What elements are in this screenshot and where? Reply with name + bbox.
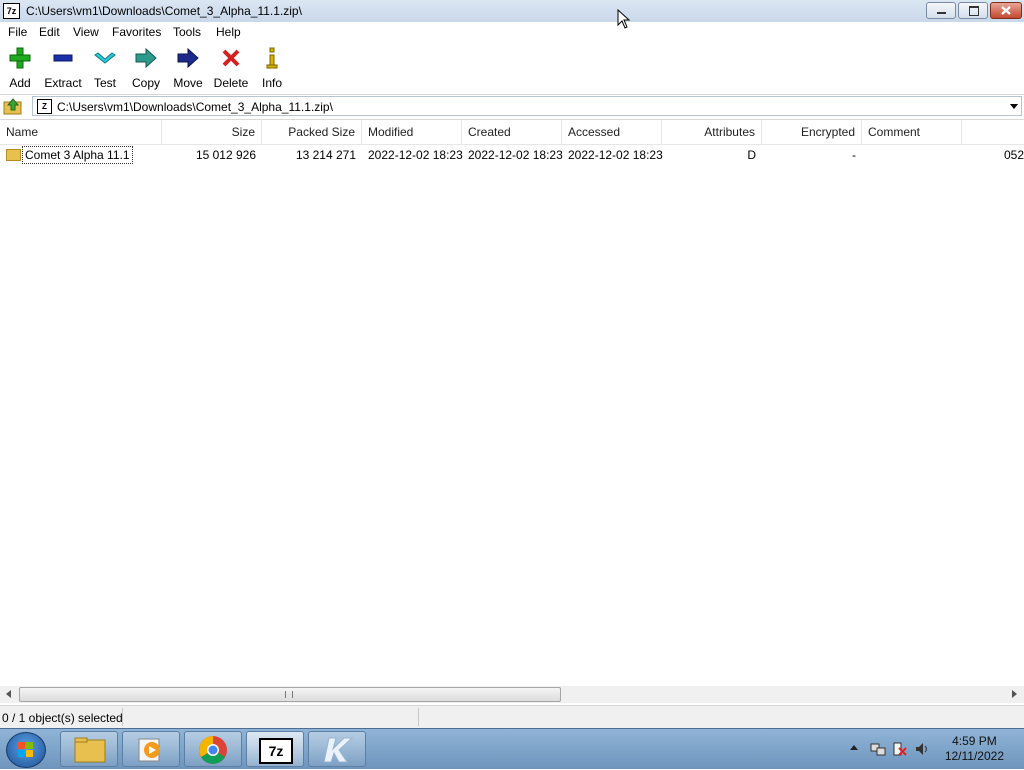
menu-bar: File Edit View Favorites Tools Help — [0, 22, 1024, 42]
menu-edit[interactable]: Edit — [39, 25, 60, 39]
minus-icon — [53, 54, 73, 62]
item-encrypted: - — [852, 148, 856, 162]
item-packed-size: 13 214 271 — [295, 148, 356, 162]
address-path: C:\Users\vm1\Downloads\Comet_3_Alpha_11.… — [57, 100, 333, 114]
col-accessed[interactable]: Accessed — [562, 120, 662, 144]
add-label: Add — [9, 76, 31, 90]
close-button[interactable] — [990, 2, 1022, 19]
add-button[interactable]: Add — [4, 46, 36, 90]
folder-icon — [74, 737, 106, 763]
selection-status: 0 / 1 object(s) selected — [2, 711, 123, 725]
close-icon — [1001, 6, 1011, 15]
scroll-right-arrow[interactable] — [1012, 690, 1017, 698]
mouse-cursor-icon — [617, 9, 631, 29]
taskbar: 7z 4:59 PM 12/11/2022 — [0, 728, 1024, 769]
system-tray: 4:59 PM 12/11/2022 — [834, 729, 1024, 769]
col-comment[interactable]: Comment — [862, 120, 962, 144]
menu-tools[interactable]: Tools — [173, 25, 201, 39]
menu-favorites[interactable]: Favorites — [112, 25, 161, 39]
media-player-icon — [138, 738, 160, 762]
info-label: Info — [261, 76, 282, 90]
col-attributes[interactable]: Attributes — [662, 120, 762, 144]
window-title: C:\Users\vm1\Downloads\Comet_3_Alpha_11.… — [26, 4, 302, 18]
status-divider — [418, 708, 419, 726]
windows-logo-icon — [18, 742, 33, 757]
volume-icon[interactable] — [914, 741, 930, 757]
clock[interactable]: 4:59 PM 12/11/2022 — [945, 734, 1004, 764]
col-packed-size[interactable]: Packed Size — [262, 120, 362, 144]
item-created: 2022-12-02 18:23 — [468, 148, 563, 162]
archive-icon: Z — [37, 99, 52, 114]
extract-label: Extract — [44, 76, 82, 90]
menu-view[interactable]: View — [73, 25, 99, 39]
file-list: Name Size Packed Size Modified Created A… — [0, 119, 1024, 686]
folder-icon — [6, 149, 21, 161]
taskbar-app-k[interactable] — [308, 731, 366, 767]
item-accessed: 2022-12-02 18:23 — [568, 148, 663, 162]
up-folder-button[interactable] — [3, 97, 23, 115]
start-button[interactable] — [6, 732, 46, 768]
folder-up-icon — [3, 98, 22, 115]
col-created[interactable]: Created — [462, 120, 562, 144]
item-overflow-column: 052 — [1004, 148, 1024, 162]
taskbar-explorer[interactable] — [60, 731, 118, 767]
clock-date: 12/11/2022 — [944, 749, 1004, 763]
test-label: Test — [93, 76, 116, 90]
info-icon — [266, 47, 278, 69]
scroll-thumb[interactable] — [19, 687, 561, 702]
horizontal-scrollbar[interactable] — [0, 686, 1024, 703]
info-button[interactable]: Info — [258, 46, 286, 90]
delete-x-icon — [222, 49, 240, 67]
col-size[interactable]: Size — [162, 120, 262, 144]
7zip-icon: 7z — [259, 738, 293, 764]
menu-help[interactable]: Help — [216, 25, 241, 39]
scroll-left-arrow[interactable] — [6, 690, 11, 698]
item-attributes: D — [747, 148, 756, 162]
maximize-button[interactable] — [958, 2, 988, 19]
col-modified[interactable]: Modified — [362, 120, 462, 144]
minimize-icon — [937, 12, 946, 14]
delete-label: Delete — [213, 76, 249, 90]
status-bar: 0 / 1 object(s) selected — [0, 705, 1024, 729]
test-button[interactable]: Test — [90, 46, 120, 90]
column-header: Name Size Packed Size Modified Created A… — [0, 120, 1024, 145]
move-button[interactable]: Move — [171, 46, 205, 90]
check-icon — [94, 52, 116, 64]
col-encrypted[interactable]: Encrypted — [762, 120, 862, 144]
move-arrow-icon — [177, 47, 199, 69]
col-name[interactable]: Name — [0, 120, 162, 144]
move-label: Move — [173, 76, 203, 90]
taskbar-7zip[interactable]: 7z — [246, 731, 304, 767]
delete-button[interactable]: Delete — [212, 46, 250, 90]
taskbar-chrome[interactable] — [184, 731, 242, 767]
copy-label: Copy — [131, 76, 160, 90]
clock-time: 4:59 PM — [952, 734, 997, 748]
item-name: Comet 3 Alpha 11.1 — [22, 146, 133, 164]
toolbar: Add Extract Test Copy Move Delete Info — [0, 42, 1024, 95]
title-bar: 7z C:\Users\vm1\Downloads\Comet_3_Alpha_… — [0, 0, 1024, 23]
app-icon: 7z — [3, 3, 20, 19]
show-hidden-icons-icon[interactable] — [850, 745, 858, 750]
action-center-icon[interactable] — [892, 741, 908, 757]
address-bar: Z C:\Users\vm1\Downloads\Comet_3_Alpha_1… — [0, 95, 1024, 117]
item-size: 15 012 926 — [195, 148, 256, 162]
network-icon[interactable] — [870, 741, 886, 757]
table-row[interactable]: Comet 3 Alpha 11.1 15 012 926 13 214 271… — [0, 145, 1024, 165]
copy-button[interactable]: Copy — [130, 46, 162, 90]
extract-button[interactable]: Extract — [43, 46, 83, 90]
address-field[interactable]: Z C:\Users\vm1\Downloads\Comet_3_Alpha_1… — [32, 96, 1022, 116]
k-app-icon — [323, 737, 354, 763]
chevron-down-icon[interactable] — [1010, 104, 1018, 109]
status-divider — [122, 708, 123, 726]
item-modified: 2022-12-02 18:23 — [368, 148, 463, 162]
restore-icon — [969, 6, 979, 16]
taskbar-media-player[interactable] — [122, 731, 180, 767]
chrome-icon — [199, 736, 227, 764]
grip-icon — [285, 691, 293, 698]
minimize-button[interactable] — [926, 2, 956, 19]
copy-arrow-icon — [135, 47, 157, 69]
menu-file[interactable]: File — [8, 25, 27, 39]
plus-icon — [9, 47, 31, 69]
